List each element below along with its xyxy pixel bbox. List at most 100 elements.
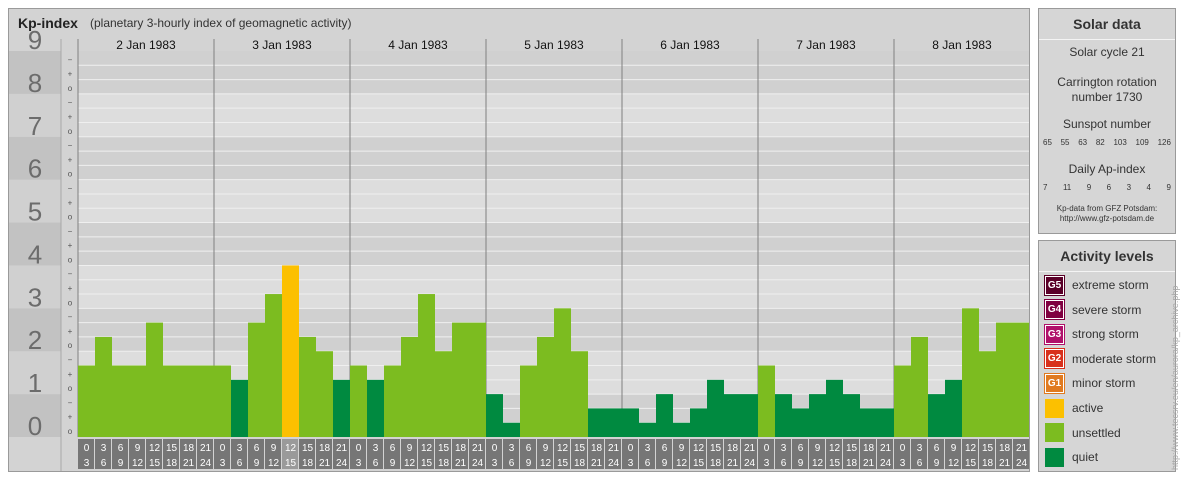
sunspot-value: 126 [1157,138,1171,147]
band-4 [78,222,1029,266]
sunspot-value: 63 [1078,138,1088,147]
interval-start-label: 6 [390,443,396,454]
kp-bar [554,308,571,437]
legend-item: G5 extreme storm [1044,274,1149,296]
interval-end-label: 3 [900,458,906,469]
interval-start-label: 6 [934,443,940,454]
interval-end-label: 18 [846,458,858,469]
kp-bar [775,394,792,437]
kp-bar [503,422,520,437]
ap-value: 11 [1062,183,1072,192]
legend-swatch [1045,398,1064,418]
interval-start-label: 15 [438,443,450,454]
legend-label: moderate storm [1072,351,1157,366]
interval-end-label: 6 [509,458,515,469]
interval-end-label: 15 [149,458,161,469]
day-label: 4 Jan 1983 [388,38,448,52]
kp-bar [333,379,350,437]
interval-start-label: 15 [846,443,858,454]
interval-end-label: 12 [676,458,688,469]
interval-end-label: 15 [557,458,569,469]
minor-tick-label: + [68,370,73,379]
interval-end-label: 21 [591,458,603,469]
interval-start-label: 18 [863,443,875,454]
interval-end-label: 24 [472,458,484,469]
interval-start-label: 21 [608,443,620,454]
minor-tick-label: − [68,55,73,64]
interval-start-label: 6 [662,443,668,454]
sunspot-value: 103 [1113,138,1127,147]
kp-bar [384,365,401,437]
y-tick-label: 2 [28,325,42,355]
kp-bar [299,336,316,437]
band-8 [78,51,1029,94]
interval-end-label: 18 [710,458,722,469]
solar-data-title: Solar data [1039,9,1175,40]
y-tick-label: 3 [28,282,42,312]
interval-end-label: 24 [608,458,620,469]
kp-bar [197,365,214,437]
sunspot-value: 55 [1060,138,1070,147]
y-tick-label: 8 [28,68,42,98]
kp-bar [605,408,622,437]
interval-start-label: 18 [999,443,1011,454]
interval-end-label: 21 [319,458,331,469]
legend-label: extreme storm [1072,278,1149,292]
interval-start-label: 15 [710,443,722,454]
interval-start-label: 3 [917,443,923,454]
kp-bar [996,322,1013,437]
kp-bar [95,336,112,437]
interval-end-label: 3 [356,458,362,469]
kp-bar [214,365,231,437]
interval-end-label: 3 [492,458,498,469]
kp-bar [435,351,452,437]
interval-start-label: 6 [798,443,804,454]
activity-levels-title: Activity levels [1039,241,1175,272]
kp-bar [656,394,673,437]
minor-tick-label: o [68,341,73,350]
sunspot-value: 109 [1135,138,1149,147]
interval-end-label: 15 [285,458,297,469]
kp-bar [588,408,605,437]
interval-start-label: 18 [727,443,739,454]
legend-item: G3 strong storm [1044,323,1139,345]
interval-end-label: 3 [84,458,90,469]
minor-tick-label: − [68,270,73,279]
kp-bar [707,379,724,437]
kp-bar [418,294,435,437]
minor-tick-label: o [68,84,73,93]
interval-start-label: 21 [880,443,892,454]
interval-start-label: 12 [829,443,841,454]
ap-value: 4 [1146,183,1151,192]
ap-value: 6 [1106,183,1112,192]
interval-start-label: 18 [591,443,603,454]
kp-bar [843,394,860,437]
day-label: 5 Jan 1983 [524,38,584,52]
interval-start-label: 9 [951,443,957,454]
interval-start-label: 18 [319,443,331,454]
interval-end-label: 9 [934,458,940,469]
legend-label: severe storm [1072,302,1142,317]
interval-end-label: 21 [183,458,195,469]
interval-end-label: 18 [982,458,994,469]
legend-item: G4 severe storm [1044,299,1142,321]
interval-end-label: 12 [812,458,824,469]
interval-start-label: 15 [302,443,314,454]
kp-bar-chart: 0123456789o+−o+−o+−o+−o+−o+−o+−o+−o+−2 J… [9,25,1029,471]
legend-item: active [1045,398,1103,418]
interval-start-label: 15 [574,443,586,454]
kp-bar [282,265,299,437]
interval-end-label: 9 [254,458,260,469]
kp-bar [1013,322,1029,437]
interval-start-label: 9 [543,443,549,454]
interval-start-label: 6 [254,443,260,454]
interval-start-label: 0 [900,443,906,454]
interval-end-label: 9 [390,458,396,469]
interval-end-label: 6 [645,458,651,469]
kp-bar [826,379,843,437]
sunspot-title: Sunspot number [1062,117,1152,131]
interval-end-label: 18 [574,458,586,469]
legend-item: unsettled [1045,423,1121,443]
kp-bar [877,408,894,437]
kp-bar [367,379,384,437]
